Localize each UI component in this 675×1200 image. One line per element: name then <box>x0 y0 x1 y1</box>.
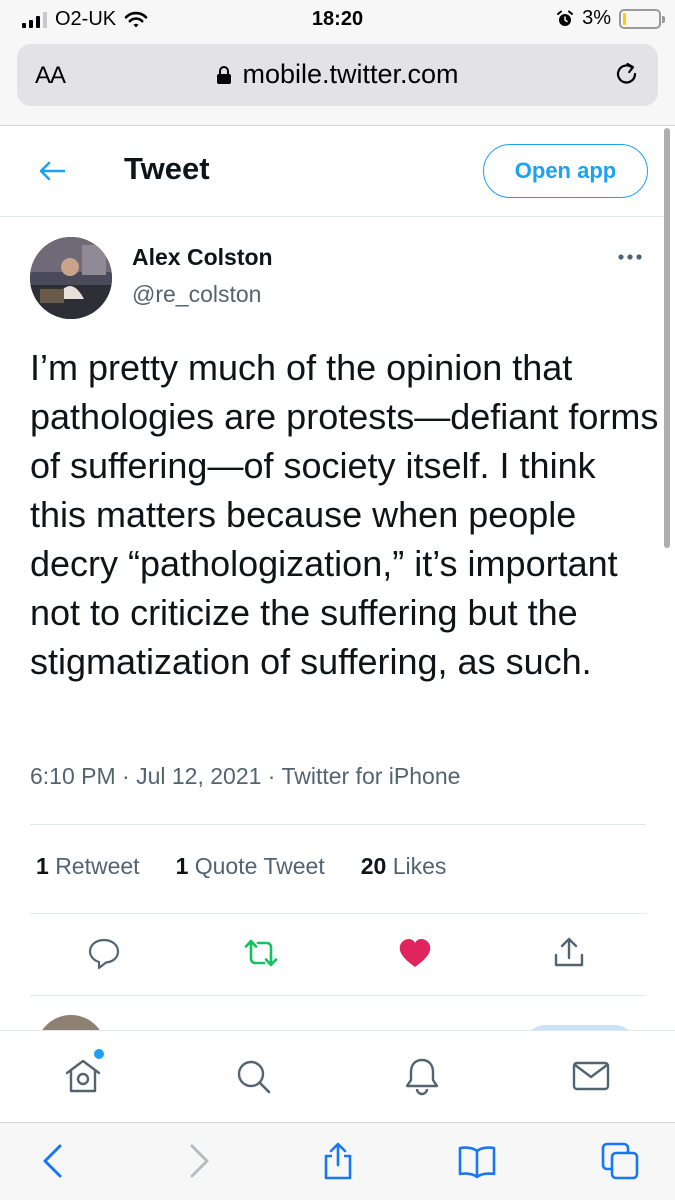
address-bar[interactable]: AA mobile.twitter.com <box>17 44 658 106</box>
likes-count-value: 20 <box>360 853 387 879</box>
share-sheet-icon[interactable] <box>318 1141 358 1181</box>
alarm-icon <box>557 10 574 26</box>
avatar-image <box>30 237 112 319</box>
battery-percent: 3% <box>582 7 611 29</box>
avatar[interactable] <box>30 237 112 319</box>
reload-icon[interactable] <box>612 59 642 89</box>
quote-count-value: 1 <box>175 853 189 879</box>
retweet-count[interactable]: 1 Retweet <box>36 853 140 880</box>
bell-icon[interactable] <box>401 1055 443 1097</box>
safari-toolbar <box>0 1122 675 1200</box>
forward-icon[interactable] <box>178 1141 218 1181</box>
quote-tweet-count[interactable]: 1 Quote Tweet <box>176 853 325 880</box>
likes-count[interactable]: 20 Likes <box>361 853 447 880</box>
retweet-count-value: 1 <box>36 853 49 879</box>
tabs-icon[interactable] <box>600 1141 640 1181</box>
twitter-bottom-nav <box>0 1030 675 1122</box>
bookmarks-icon[interactable] <box>457 1141 497 1181</box>
tweet-actions <box>0 935 675 975</box>
lock-icon <box>217 66 232 84</box>
retweet-icon[interactable] <box>243 935 279 971</box>
reply-icon[interactable] <box>86 935 122 971</box>
open-app-button[interactable]: Open app <box>483 144 648 198</box>
more-options-icon[interactable] <box>616 250 644 264</box>
tweet-stats: 1 Retweet 1 Quote Tweet 20 Likes <box>36 853 482 880</box>
divider <box>30 824 646 825</box>
share-icon[interactable] <box>551 935 587 971</box>
tweet-timestamp[interactable]: 6:10 PM · Jul 12, 2021 · Twitter for iPh… <box>30 763 460 790</box>
home-icon[interactable] <box>62 1055 104 1097</box>
quote-count-label: Quote Tweet <box>194 853 325 879</box>
tweet-header: Tweet Open app <box>0 127 663 217</box>
status-bar: O2-UK 18:20 3% <box>0 0 675 38</box>
back-icon[interactable] <box>34 1141 74 1181</box>
scrollbar[interactable] <box>664 128 670 548</box>
battery-icon <box>619 8 665 29</box>
back-arrow-icon[interactable] <box>36 155 68 187</box>
likes-count-label: Likes <box>392 853 447 879</box>
browser-address-area: AA mobile.twitter.com <box>0 38 675 126</box>
divider <box>30 913 646 914</box>
like-icon[interactable] <box>397 935 433 971</box>
author-name[interactable]: Alex Colston <box>132 244 273 271</box>
author-handle[interactable]: @re_colston <box>132 281 261 308</box>
home-notification-dot <box>94 1049 104 1059</box>
url-text: mobile.twitter.com <box>242 59 459 89</box>
status-right: 3% <box>556 7 665 30</box>
page-title: Tweet <box>124 151 210 186</box>
search-icon[interactable] <box>232 1055 274 1097</box>
tweet-text: I’m pretty much of the opinion that path… <box>30 347 659 682</box>
divider <box>30 995 646 996</box>
mail-icon[interactable] <box>570 1055 612 1097</box>
retweet-count-label: Retweet <box>55 853 140 879</box>
battery-fill <box>623 12 626 25</box>
url-field[interactable]: mobile.twitter.com <box>17 59 658 90</box>
